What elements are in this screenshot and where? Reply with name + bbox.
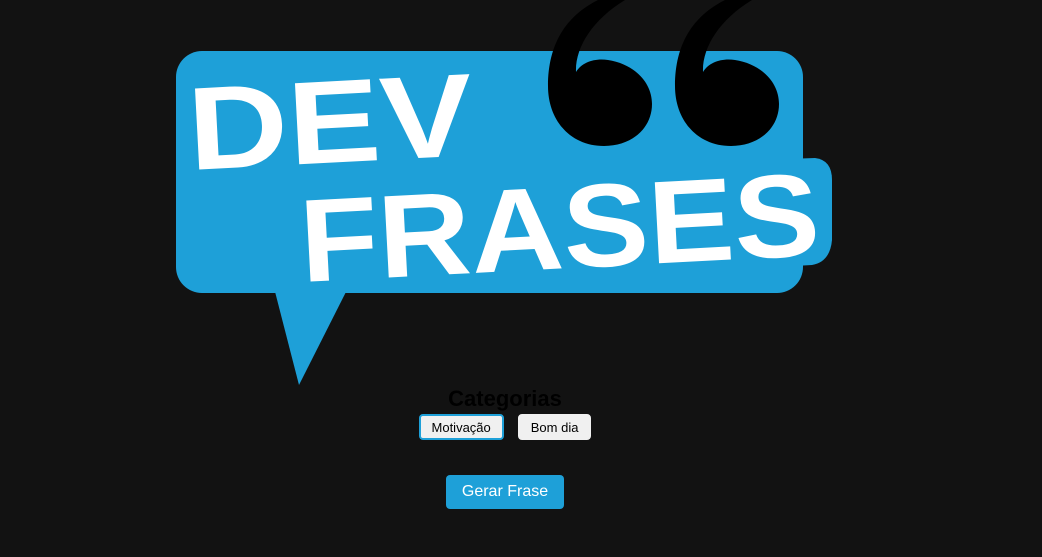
- category-button-motivacao[interactable]: Motivação: [418, 414, 504, 440]
- generate-quote-button[interactable]: Gerar Frase: [446, 475, 564, 509]
- categories-title: Categorias: [448, 386, 562, 411]
- speech-bubble-icon: DEV FRASES: [176, 0, 832, 385]
- category-buttons: Motivação Bom dia: [0, 414, 1010, 440]
- category-button-bom-dia[interactable]: Bom dia: [517, 414, 592, 440]
- dev-frases-logo: DEV FRASES: [0, 0, 1042, 400]
- page: DEV FRASES Categorias Motivação Bom dia …: [0, 0, 1042, 557]
- logo-line2: FRASES: [296, 149, 822, 308]
